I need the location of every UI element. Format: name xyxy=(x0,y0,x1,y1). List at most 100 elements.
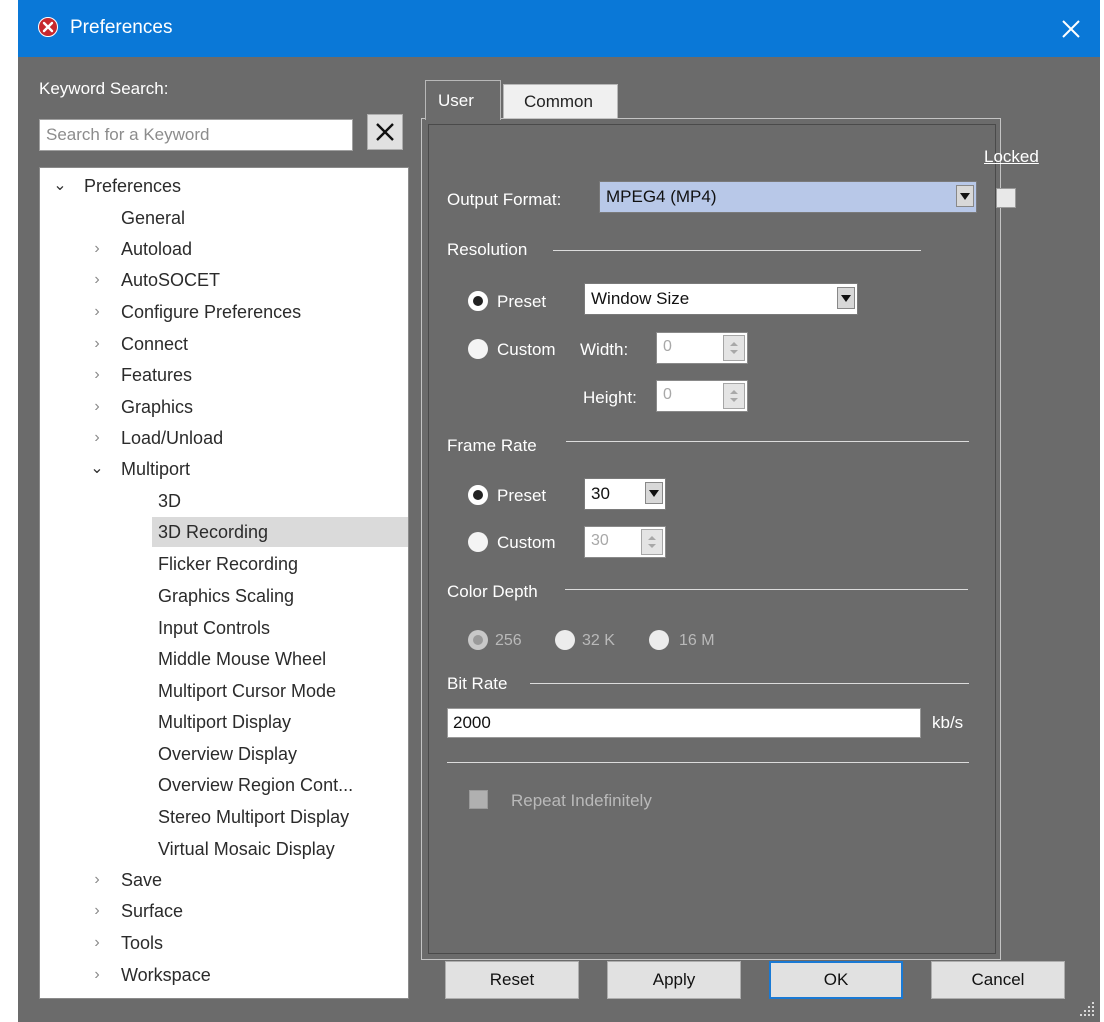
tree-node-overview-display[interactable]: Overview Display xyxy=(158,739,297,769)
tree-node-load-unload[interactable]: › Load/Unload xyxy=(94,423,224,453)
tab-user[interactable]: User xyxy=(425,80,501,120)
tree-node-overview-region-controls[interactable]: Overview Region Cont... xyxy=(158,770,353,800)
chevron-right-icon[interactable]: › xyxy=(87,392,107,422)
keyword-search-input[interactable] xyxy=(39,119,353,151)
tree-node-general[interactable]: General xyxy=(121,203,185,233)
locked-checkbox[interactable] xyxy=(996,188,1016,208)
frame-rate-preset-value: 30 xyxy=(591,484,610,503)
width-label: Width: xyxy=(580,340,629,359)
output-format-value: MPEG4 (MP4) xyxy=(606,187,717,206)
chevron-right-icon[interactable]: › xyxy=(87,234,107,264)
frame-rate-custom-spinbox[interactable]: 30 xyxy=(584,526,666,558)
tree-node-multiport-display[interactable]: Multiport Display xyxy=(158,707,291,737)
preferences-window: Preferences Keyword Search: ⌄ Preference… xyxy=(18,0,1100,1022)
frame-rate-preset-radio[interactable] xyxy=(468,485,488,505)
spin-arrows-icon[interactable] xyxy=(723,335,745,361)
chevron-right-icon[interactable]: › xyxy=(87,423,107,453)
bit-rate-input[interactable] xyxy=(447,708,921,738)
tree-node-label: Surface xyxy=(121,901,184,921)
tree-node-configure-preferences[interactable]: › Configure Preferences xyxy=(94,297,302,327)
tree-node-connect[interactable]: › Connect xyxy=(94,329,188,359)
chevron-right-icon[interactable]: › xyxy=(87,928,107,958)
frame-rate-divider xyxy=(566,441,969,442)
chevron-right-icon[interactable]: › xyxy=(87,360,107,390)
chevron-right-icon[interactable]: › xyxy=(87,297,107,327)
dropdown-arrow-icon[interactable] xyxy=(645,482,663,504)
tree-node-tools[interactable]: › Tools xyxy=(94,928,164,958)
dropdown-arrow-icon[interactable] xyxy=(956,185,974,207)
tree-node-label: Configure Preferences xyxy=(121,302,302,322)
close-button[interactable] xyxy=(1054,12,1088,46)
tree-node-flicker-recording[interactable]: Flicker Recording xyxy=(158,549,298,579)
frame-rate-label: Frame Rate xyxy=(447,436,537,455)
dropdown-arrow-icon[interactable] xyxy=(837,287,855,309)
tree-node-label: Load/Unload xyxy=(121,428,224,448)
clear-icon xyxy=(376,123,394,141)
frame-rate-preset-select[interactable]: 30 xyxy=(584,478,666,510)
tree-node-graphics-scaling[interactable]: Graphics Scaling xyxy=(158,581,294,611)
height-value: 0 xyxy=(663,386,672,403)
tree-node-graphics[interactable]: › Graphics xyxy=(94,392,194,422)
tab-common[interactable]: Common xyxy=(503,84,618,118)
tree-node-label: Multiport xyxy=(121,459,191,479)
tree-node-middle-mouse-wheel[interactable]: Middle Mouse Wheel xyxy=(158,644,326,674)
title-bar[interactable]: Preferences xyxy=(18,0,1100,57)
tree-node-autosocet[interactable]: › AutoSOCET xyxy=(94,265,221,295)
chevron-right-icon[interactable]: › xyxy=(87,896,107,926)
tree-node-3d[interactable]: 3D xyxy=(158,486,181,516)
chevron-right-icon[interactable]: › xyxy=(87,865,107,895)
height-spinbox[interactable]: 0 xyxy=(656,380,748,412)
cancel-button[interactable]: Cancel xyxy=(931,961,1065,999)
resize-grip-icon[interactable] xyxy=(1078,1000,1096,1018)
frame-rate-custom-radio[interactable] xyxy=(468,532,488,552)
height-label: Height: xyxy=(583,388,637,407)
frame-rate-custom-label: Custom xyxy=(497,533,556,552)
chevron-down-icon[interactable]: ⌄ xyxy=(87,454,107,484)
color-depth-32k-radio[interactable] xyxy=(555,630,575,650)
chevron-right-icon[interactable]: › xyxy=(87,329,107,359)
tree-node-multiport-cursor-mode[interactable]: Multiport Cursor Mode xyxy=(158,676,336,706)
repeat-indefinitely-checkbox[interactable] xyxy=(469,790,488,809)
tree-node-autoload[interactable]: › Autoload xyxy=(94,234,192,264)
tree-node-workspace[interactable]: › Workspace xyxy=(94,960,211,990)
locked-link[interactable]: Locked xyxy=(984,147,1039,167)
apply-button[interactable]: Apply xyxy=(607,961,741,999)
frame-rate-custom-value: 30 xyxy=(591,532,609,549)
tree-node-virtual-mosaic-display[interactable]: Virtual Mosaic Display xyxy=(158,834,335,864)
frame-rate-preset-label: Preset xyxy=(497,486,547,505)
tree-node-surface[interactable]: › Surface xyxy=(94,896,184,926)
chevron-right-icon[interactable]: › xyxy=(87,960,107,990)
resolution-preset-select[interactable]: Window Size xyxy=(584,283,858,315)
repeat-indefinitely-label: Repeat Indefinitely xyxy=(511,791,652,810)
resolution-preset-radio[interactable] xyxy=(468,291,488,311)
tree-node-3d-recording[interactable]: 3D Recording xyxy=(152,517,408,547)
window-title: Preferences xyxy=(70,17,173,38)
tree-node-label: Graphics xyxy=(121,397,194,417)
color-depth-256-radio[interactable] xyxy=(468,630,488,650)
ok-button[interactable]: OK xyxy=(769,961,903,999)
tree-node-input-controls[interactable]: Input Controls xyxy=(158,613,270,643)
output-format-select[interactable]: MPEG4 (MP4) xyxy=(599,181,977,213)
tree-node-save[interactable]: › Save xyxy=(94,865,162,895)
chevron-right-icon[interactable]: › xyxy=(87,265,107,295)
clear-search-button[interactable] xyxy=(367,114,403,150)
tree-node-features[interactable]: › Features xyxy=(94,360,192,390)
output-format-label: Output Format: xyxy=(447,190,562,209)
tree-node-label: AutoSOCET xyxy=(121,270,221,290)
chevron-down-icon[interactable]: ⌄ xyxy=(50,171,70,201)
reset-button[interactable]: Reset xyxy=(445,961,579,999)
width-spinbox[interactable]: 0 xyxy=(656,332,748,364)
app-icon xyxy=(38,17,58,37)
spin-arrows-icon[interactable] xyxy=(641,529,663,555)
color-depth-16m-radio[interactable] xyxy=(649,630,669,650)
tree-node-stereo-multiport-display[interactable]: Stereo Multiport Display xyxy=(158,802,349,832)
tree-node-preferences[interactable]: ⌄ Preferences xyxy=(53,171,182,201)
tree-node-multiport[interactable]: ⌄ Multiport xyxy=(90,454,191,484)
tree-node-label: Tools xyxy=(121,933,164,953)
spin-arrows-icon[interactable] xyxy=(723,383,745,409)
color-depth-label: Color Depth xyxy=(447,582,538,601)
tree-node-label: Preferences xyxy=(84,176,182,196)
preferences-tree[interactable]: ⌄ Preferences General › Autoload › AutoSOC… xyxy=(39,167,409,999)
tree-node-label: Workspace xyxy=(121,965,211,985)
resolution-custom-radio[interactable] xyxy=(468,339,488,359)
